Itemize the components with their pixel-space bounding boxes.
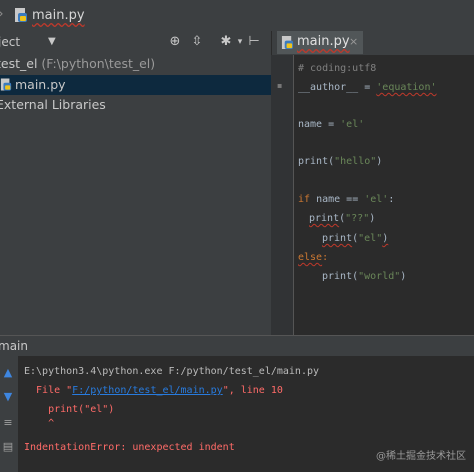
- project-toolbar: ject ▼ ⊕ ⇳ ✱ ▾ ⊢: [0, 31, 271, 56]
- code-text: print(: [322, 271, 359, 282]
- project-view-selector[interactable]: ject: [0, 35, 20, 49]
- code-line-5: if name == 'el':: [298, 194, 394, 205]
- chevron-right-icon[interactable]: ›: [0, 6, 4, 22]
- code-line-6: print("??"): [309, 213, 375, 224]
- code-text: :: [322, 252, 329, 263]
- code-text: print: [322, 233, 353, 244]
- code-text: print: [309, 213, 340, 224]
- code-text: __author__ =: [298, 82, 377, 93]
- hide-panel-icon[interactable]: ⊢: [246, 34, 262, 50]
- code-line-9: print("world"): [322, 271, 406, 282]
- code-text: ): [376, 156, 383, 167]
- code-line-7: print("el"): [322, 233, 388, 244]
- code-line-1: # coding:utf8: [298, 63, 376, 74]
- editor-gutter: ▪: [271, 55, 294, 335]
- tree-item-label: test_el: [0, 56, 38, 71]
- run-toolbar: ▲ ▼ ≡ ▤: [0, 356, 19, 472]
- comment: # coding:utf8: [298, 63, 377, 74]
- collapse-icon[interactable]: ⇳: [189, 34, 205, 50]
- console-traceback-file: File "F:/python/test_el/main.py", line 1…: [24, 385, 283, 396]
- keyword: if: [298, 194, 311, 205]
- keyword: else: [298, 252, 323, 263]
- python-file-icon: [0, 78, 12, 91]
- breadcrumb-file[interactable]: main.py: [32, 8, 85, 23]
- string-literal: "hello": [334, 156, 377, 167]
- console-caret: ^: [24, 418, 55, 429]
- watermark: @稀土掘金技术社区: [376, 451, 466, 462]
- code-text: ): [382, 233, 389, 244]
- string-literal: 'el': [340, 119, 365, 130]
- soft-wrap-icon[interactable]: ≡: [1, 416, 15, 430]
- code-text: :: [388, 194, 395, 205]
- dropdown-arrow-icon[interactable]: ▼: [48, 36, 56, 47]
- run-config-label[interactable]: main: [0, 339, 28, 353]
- code-line-8: else:: [298, 252, 328, 263]
- code-line-3: name = 'el': [298, 119, 364, 130]
- tree-item-external-libraries[interactable]: External Libraries: [0, 97, 106, 112]
- console-code-line: print("el"): [24, 404, 115, 415]
- tab-label: main.py: [297, 34, 350, 49]
- tree-item-label: main.py: [15, 77, 66, 92]
- code-text: ): [369, 213, 376, 224]
- project-tree: test_el (F:\python\test_el) main.py Exte…: [0, 55, 271, 335]
- code-line-2: __author__ = 'equation': [298, 82, 437, 93]
- console-text: File ": [24, 385, 73, 396]
- arrow-down-icon[interactable]: ▼: [1, 390, 15, 404]
- run-panel-header: main: [0, 335, 474, 356]
- string-literal: "el": [358, 233, 383, 244]
- print-icon[interactable]: ▤: [1, 440, 15, 454]
- string-literal: 'equation': [376, 82, 437, 93]
- console-file-link[interactable]: F:/python/test_el/main.py: [72, 385, 223, 396]
- code-text: name =: [298, 119, 341, 130]
- python-file-icon: [15, 8, 27, 22]
- tree-item-label: External Libraries: [0, 97, 106, 112]
- string-literal: "??": [345, 213, 370, 224]
- navigation-bar: › main.py: [0, 0, 474, 32]
- fold-marker-icon[interactable]: ▪: [277, 81, 282, 90]
- code-text: print(: [298, 156, 335, 167]
- code-line-4: print("hello"): [298, 156, 382, 167]
- code-text: name ==: [310, 194, 365, 205]
- tree-item-path: (F:\python\test_el): [37, 56, 156, 71]
- console-text: ", line 10: [222, 385, 283, 396]
- close-tab-icon[interactable]: ×: [349, 35, 358, 48]
- tab-main-py[interactable]: main.py ×: [277, 31, 363, 54]
- console-error: IndentationError: unexpected indent: [24, 442, 235, 453]
- console-command-line: E:\python3.4\python.exe F:/python/test_e…: [24, 366, 320, 377]
- code-text: ): [400, 271, 407, 282]
- sync-icon[interactable]: ⊕: [167, 34, 183, 50]
- python-file-icon: [281, 36, 294, 49]
- string-literal: "world": [358, 271, 401, 282]
- tree-item-project-root[interactable]: test_el (F:\python\test_el): [0, 56, 155, 71]
- string-literal: 'el': [364, 194, 389, 205]
- arrow-up-icon[interactable]: ▲: [1, 366, 15, 380]
